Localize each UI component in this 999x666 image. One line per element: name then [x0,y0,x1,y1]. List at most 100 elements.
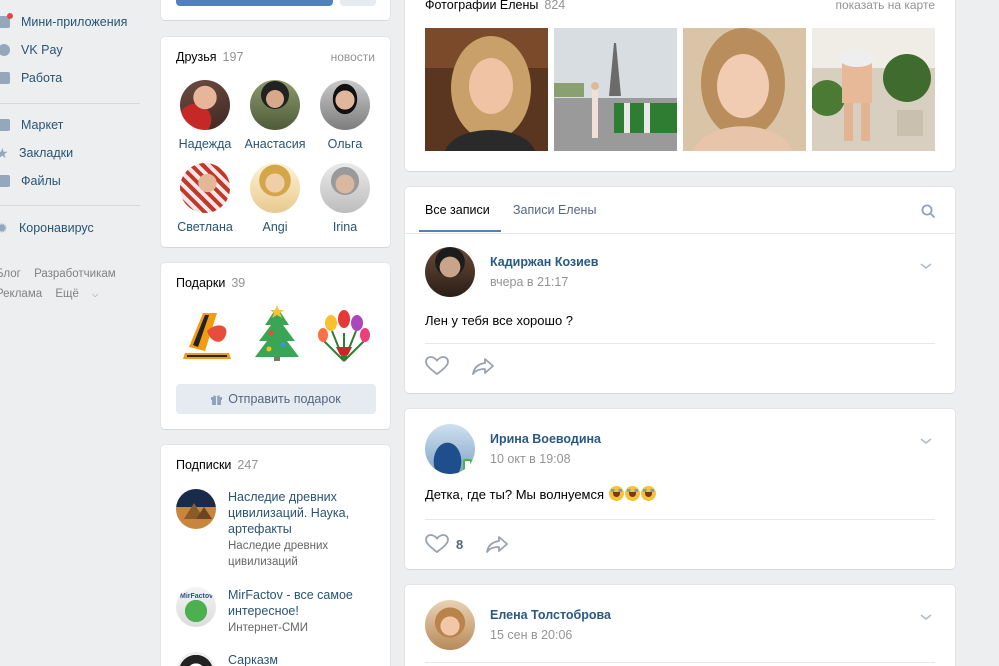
post: Елена Толстоброва 15 сен в 20:06 [405,585,955,666]
friend-name: Irina [332,220,358,234]
friend-name: Ольга [327,137,363,151]
friend-item[interactable]: Irina [307,163,383,234]
vkpay-icon [0,44,10,56]
active-tab-indicator [419,230,501,232]
menu-item-label: Мини-приложения [21,15,128,29]
footer-link-developers[interactable]: Разработчикам [34,268,116,280]
avatar [180,163,230,213]
post-date[interactable]: 10 окт в 19:08 [490,452,601,466]
friend-item[interactable]: Надежда [167,80,243,151]
friend-item[interactable]: Анастасия [237,80,313,151]
friends-card: Друзья 197 новости Надежда Анастасия Оль… [161,37,390,247]
heart-icon [425,534,449,554]
profile-actions-card [161,0,390,20]
menu-item-vk-pay[interactable]: VK Pay [0,39,63,61]
virus-icon: ✹ [0,220,8,236]
chevron-down-icon[interactable] [919,436,933,446]
friends-news-link[interactable]: новости [331,50,375,64]
footer-link-more[interactable]: Ещё ⌵ [55,288,108,300]
menu-item-files[interactable]: Файлы [0,170,61,192]
menu-item-bookmarks[interactable]: ★ Закладки [0,142,73,164]
friends-header[interactable]: Друзья 197 новости [161,37,390,77]
photos-header[interactable]: Фотографии Елены 824 показать на карте [425,0,935,12]
subscription-desc: Интернет-СМИ [228,622,309,634]
post-date[interactable]: вчера в 21:17 [490,275,598,289]
post-text-content: Детка, где ты? Мы волнуемся [425,487,605,502]
mobile-icon [463,459,472,471]
gift-icon [211,394,223,405]
footer-links: Блог Разработчикам [0,268,126,280]
gifts-card: Подарки 39 Отправить подарок [161,263,390,429]
shop-icon [0,119,10,131]
gifts-header[interactable]: Подарки 39 [161,263,390,303]
file-icon [0,175,10,187]
footer-links: Реклама Ещё ⌵ [0,288,118,300]
menu-item-market[interactable]: Маркет [0,114,63,136]
like-button[interactable] [425,356,449,376]
gifts-count: 39 [231,276,246,290]
like-count: 8 [456,536,464,552]
avatar: MirFactov [176,587,216,627]
subscription-name: Сарказм [228,653,278,666]
avatar[interactable] [425,247,475,297]
subscription-item[interactable]: Наследие древних цивилизаций. Наука, арт… [176,489,368,570]
search-icon[interactable] [921,204,935,218]
friend-item[interactable]: Ольга [307,80,383,151]
avatar[interactable] [425,600,475,650]
gifts-title: Подарки [176,276,226,290]
subscription-item[interactable]: Сарказм [176,652,368,666]
subscriptions-header[interactable]: Подписки 247 [161,445,390,485]
tab-all-posts[interactable]: Все записи [425,187,490,233]
friend-name: Надежда [178,137,232,151]
share-button[interactable] [485,534,509,554]
share-icon [486,536,509,553]
post-author[interactable]: Кадиржан Козиев [490,255,598,269]
wall-card: Все записи Записи Елены Кадиржан Козиев … [405,187,955,393]
show-on-map-link[interactable]: показать на карте [836,0,936,12]
send-gift-button[interactable]: Отправить подарок [176,384,376,414]
footer-more-label: Ещё [55,288,79,300]
menu-item-label: Файлы [21,174,61,188]
friend-item[interactable]: Angi [237,163,313,234]
post-text: Детка, где ты? Мы волнуемся [425,486,656,502]
photos-card: Фотографии Елены 824 показать на карте [405,0,955,171]
tree-gift-icon[interactable] [247,303,307,363]
subscription-item[interactable]: MirFactov MirFactov - все самое интересн… [176,587,368,636]
chevron-down-icon[interactable] [919,612,933,622]
photo-thumbnail[interactable] [683,28,806,151]
photo-thumbnail[interactable] [812,28,935,151]
menu-divider [0,103,140,104]
menu-item-work[interactable]: Работа [0,67,62,89]
avatar [176,652,216,666]
avatar[interactable] [425,424,475,474]
like-button[interactable]: 8 [425,534,463,554]
primary-action-button[interactable] [176,0,333,6]
friend-item[interactable]: Светлана [167,163,243,234]
share-button[interactable] [471,356,495,376]
tab-owner-posts[interactable]: Записи Елены [513,187,596,233]
subscription-name: MirFactov - все самое интересное! [228,588,353,618]
crying-emoji-icon [608,486,624,501]
flowers-gift-icon[interactable] [314,303,374,363]
chevron-down-icon[interactable] [919,261,933,271]
post-date[interactable]: 15 сен в 20:06 [490,628,611,642]
menu-item-label: Коронавирус [19,221,94,235]
photos-count: 824 [544,0,566,12]
post-author[interactable]: Ирина Воеводина [490,432,601,446]
footer-link-ads[interactable]: Реклама [0,288,42,300]
post-author[interactable]: Елена Толстоброва [490,608,611,622]
menu-item-coronavirus[interactable]: ✹ Коронавирус [0,217,94,239]
photo-thumbnail[interactable] [425,28,548,151]
footer-link-blog[interactable]: Блог [0,268,21,280]
ribbon-gift-icon[interactable] [177,303,237,363]
friend-name: Angi [262,220,288,234]
star-icon: ★ [0,145,9,161]
avatar [320,80,370,130]
subscriptions-card: Подписки 247 Наследие древних цивилизаци… [161,445,390,666]
menu-item-mini-apps[interactable]: Мини-приложения [0,11,127,33]
more-actions-button[interactable] [340,0,376,6]
chevron-down-icon: ⌵ [92,290,99,299]
photo-thumbnail[interactable] [554,28,677,151]
subscriptions-title: Подписки [176,458,232,472]
subscriptions-count: 247 [237,458,259,472]
